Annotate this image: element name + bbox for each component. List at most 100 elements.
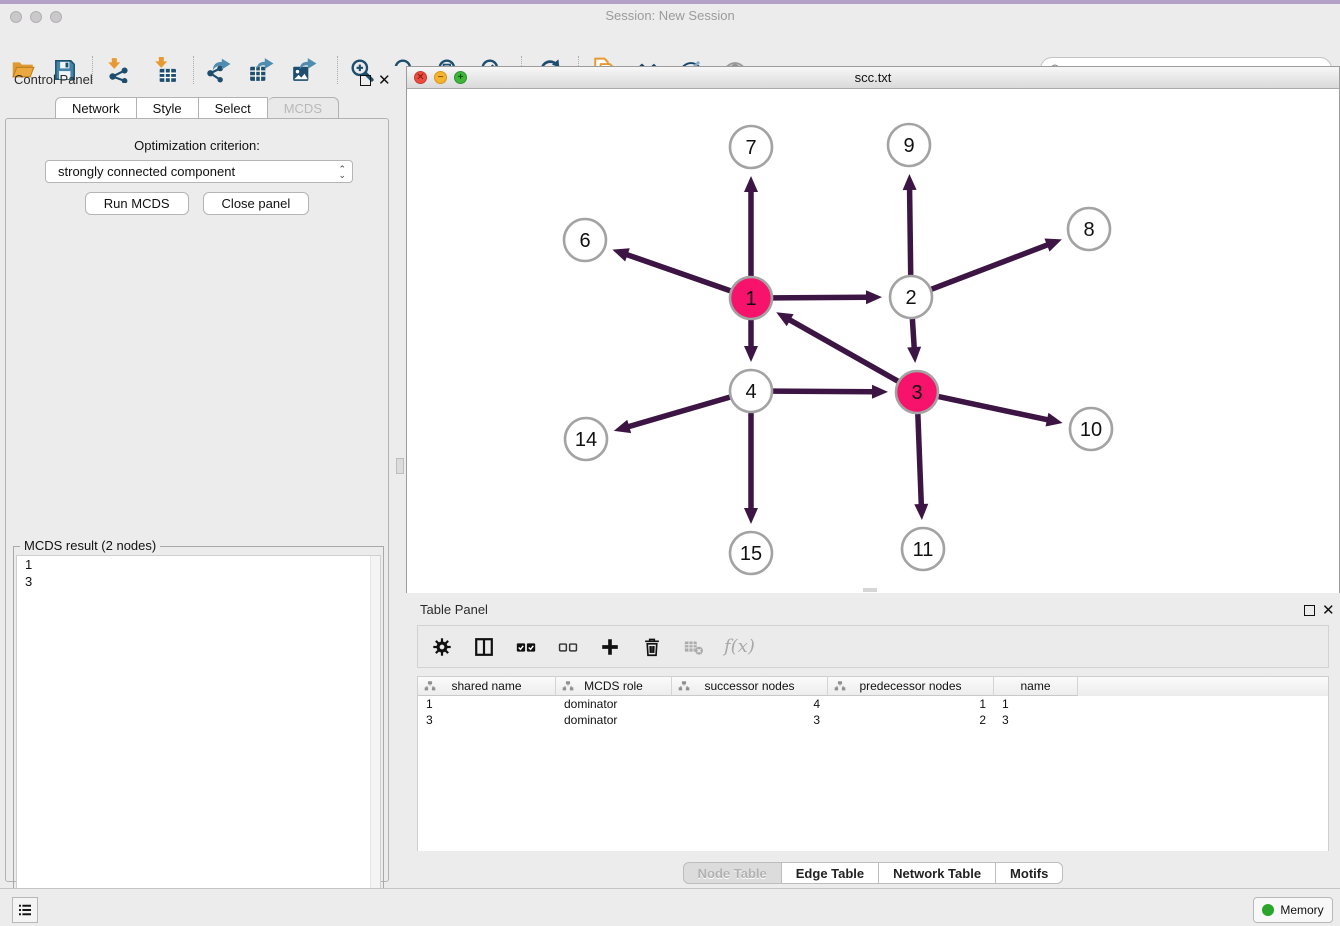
column-header-label: MCDS role	[584, 679, 643, 693]
table-cell[interactable]: 1	[828, 696, 994, 712]
table-row[interactable]: 1dominator411	[418, 696, 1328, 712]
table-cell[interactable]: 3	[994, 712, 1078, 728]
run-mcds-button[interactable]: Run MCDS	[85, 192, 189, 215]
column-header-label: shared name	[451, 679, 521, 693]
memory-button[interactable]: Memory	[1253, 897, 1333, 923]
graph-node-label: 4	[745, 381, 756, 403]
edge-2-9[interactable]	[910, 188, 911, 275]
tab-select[interactable]: Select	[199, 97, 268, 119]
window-title: Session: New Session	[0, 8, 1340, 23]
edge-arrowhead	[907, 347, 921, 363]
graph-node-label: 8	[1083, 219, 1094, 241]
table-cell[interactable]: 3	[672, 712, 828, 728]
main-titlebar: Session: New Session	[0, 4, 1340, 26]
close-panel-button[interactable]: Close panel	[203, 192, 310, 215]
tab-edge-table[interactable]: Edge Table	[782, 862, 879, 884]
edge-2-8[interactable]	[932, 244, 1049, 289]
column-header-shared-name[interactable]: shared name	[418, 677, 556, 696]
table-panel: Table Panel ✕	[406, 596, 1340, 887]
edge-arrowhead	[1044, 239, 1061, 252]
graph-node-label: 6	[579, 230, 590, 252]
float-table-panel-icon[interactable]	[1304, 605, 1315, 616]
settings-icon[interactable]	[430, 635, 454, 659]
edge-arrowhead	[744, 176, 758, 192]
column-header-name[interactable]: name	[994, 677, 1078, 696]
graph-node-label: 9	[903, 135, 914, 157]
node-table-header: shared name MCDS role successor nodes prede…	[418, 677, 1328, 696]
table-cell[interactable]: 4	[672, 696, 828, 712]
tab-mcds[interactable]: MCDS	[268, 97, 339, 119]
table-cell[interactable]: dominator	[556, 696, 672, 712]
table-cell[interactable]: 1	[994, 696, 1078, 712]
close-table-panel-icon[interactable]: ✕	[1322, 601, 1335, 619]
edge-arrowhead	[744, 346, 758, 362]
delete-column-icon[interactable]	[640, 635, 664, 659]
application-window: Session: New Session	[0, 0, 1340, 926]
table-cell[interactable]: 3	[418, 712, 556, 728]
function-builder-icon: f(x)	[724, 636, 755, 657]
edge-1-2[interactable]	[773, 297, 868, 298]
edge-3-10[interactable]	[939, 397, 1049, 420]
tab-style[interactable]: Style	[137, 97, 199, 119]
graph-node-label: 7	[745, 137, 756, 159]
add-column-icon[interactable]	[598, 635, 622, 659]
graph-node-label: 2	[905, 287, 916, 309]
select-stepper-icon: ⌃⌄	[338, 166, 346, 178]
column-header-label: successor nodes	[704, 679, 794, 693]
column-header-label: name	[1020, 679, 1050, 693]
select-all-columns-icon[interactable]	[514, 635, 538, 659]
divider-grip[interactable]	[396, 458, 404, 474]
column-header-successor-nodes[interactable]: successor nodes	[672, 677, 828, 696]
edge-arrowhead	[612, 248, 629, 261]
edge-arrowhead	[914, 504, 928, 520]
table-panel-tabs: Node TableEdge TableNetwork TableMotifs	[406, 862, 1340, 884]
edge-3-11[interactable]	[918, 414, 922, 506]
tab-motifs[interactable]: Motifs	[996, 862, 1063, 884]
control-panel-title: Control Panel	[14, 72, 93, 87]
network-canvas[interactable]: 1234678910111415	[407, 89, 1339, 593]
show-columns-icon[interactable]	[472, 635, 496, 659]
float-panel-icon[interactable]	[360, 75, 371, 86]
status-bar: Memory	[0, 888, 1340, 926]
column-header-MCDS-role[interactable]: MCDS role	[556, 677, 672, 696]
optimization-select[interactable]: strongly connected component ⌃⌄	[45, 160, 353, 183]
edge-1-6[interactable]	[626, 254, 731, 291]
list-icon	[16, 901, 34, 919]
network-graph[interactable]: 1234678910111415	[407, 89, 1339, 593]
panel-divider[interactable]	[394, 66, 406, 886]
result-scrollbar[interactable]	[370, 556, 380, 920]
graph-node-label: 11	[913, 539, 934, 561]
tab-network[interactable]: Network	[55, 97, 137, 119]
delete-table-icon	[682, 635, 706, 659]
network-window: ✕ − + scc.txt 1234678910111415	[406, 66, 1340, 593]
task-history-button[interactable]	[12, 897, 38, 923]
node-table-body: 1dominator4113dominator323	[418, 696, 1328, 728]
mcds-result-list[interactable]: 13	[16, 555, 381, 921]
control-panel-header: Control Panel ✕	[0, 66, 394, 94]
edge-arrowhead	[903, 174, 917, 190]
table-cell[interactable]: 2	[828, 712, 994, 728]
column-header-predecessor-nodes[interactable]: predecessor nodes	[828, 677, 994, 696]
table-cell[interactable]: 1	[418, 696, 556, 712]
mcds-panel-body: Optimization criterion: strongly connect…	[5, 118, 389, 882]
network-window-titlebar[interactable]: ✕ − + scc.txt	[407, 67, 1339, 89]
edge-4-3[interactable]	[773, 391, 874, 392]
optimization-select-value: strongly connected component	[58, 164, 338, 179]
table-panel-header: Table Panel ✕	[406, 596, 1340, 624]
table-panel-title: Table Panel	[420, 602, 488, 617]
result-line: 1	[17, 556, 380, 573]
edge-arrowhead	[866, 290, 882, 304]
deselect-all-columns-icon[interactable]	[556, 635, 580, 659]
node-table[interactable]: shared name MCDS role successor nodes prede…	[417, 676, 1329, 851]
control-panel-tabs: NetworkStyleSelectMCDS	[0, 97, 394, 119]
table-row[interactable]: 3dominator323	[418, 712, 1328, 728]
column-header-label: predecessor nodes	[859, 679, 961, 693]
network-resize-grip[interactable]	[863, 588, 877, 592]
close-panel-icon[interactable]: ✕	[378, 71, 391, 89]
table-cell[interactable]: dominator	[556, 712, 672, 728]
graph-node-label: 15	[740, 543, 762, 565]
edge-3-1[interactable]	[788, 319, 897, 381]
edge-4-14[interactable]	[627, 397, 730, 427]
edge-2-3[interactable]	[912, 319, 914, 349]
tab-network-table[interactable]: Network Table	[879, 862, 996, 884]
